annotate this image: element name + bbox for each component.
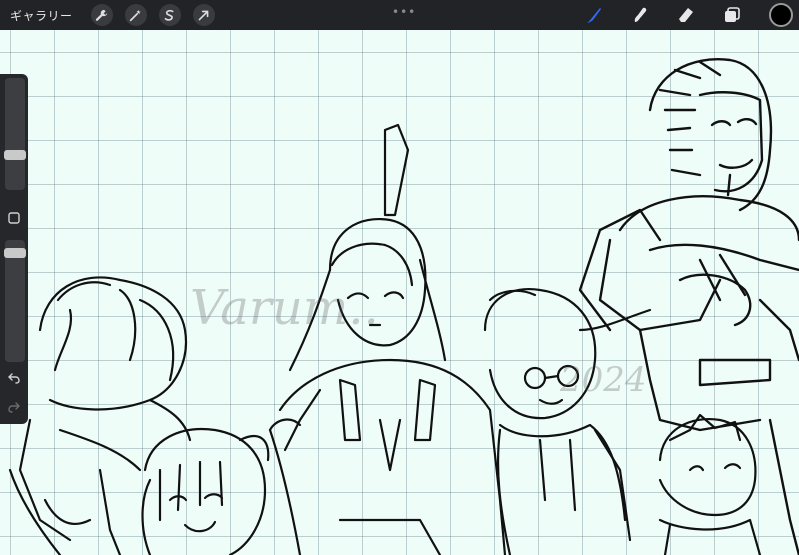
redo-icon: [8, 402, 20, 413]
brush-size-slider[interactable]: [4, 78, 26, 190]
transform-button[interactable]: [192, 4, 215, 26]
opacity-thumb[interactable]: [4, 248, 26, 258]
drawing-canvas[interactable]: Varum.. 2024: [0, 0, 799, 555]
brush-icon: [587, 8, 601, 23]
top-toolbar: ギャラリー •••: [0, 0, 799, 30]
left-sidebar: [0, 74, 28, 424]
brush-size-thumb[interactable]: [4, 150, 26, 160]
wrench-icon: [95, 9, 108, 21]
actions-button[interactable]: [90, 4, 113, 26]
undo-button[interactable]: [7, 371, 21, 385]
eraser-icon: [679, 8, 693, 22]
color-picker-button[interactable]: [769, 3, 793, 27]
eraser-tool[interactable]: [675, 4, 697, 26]
selection-button[interactable]: [158, 4, 181, 26]
opacity-slider[interactable]: [4, 240, 26, 362]
gallery-button[interactable]: ギャラリー: [10, 7, 73, 24]
smudge-icon: [634, 7, 647, 22]
watermark-line1: Varum..: [190, 280, 379, 336]
modify-button[interactable]: [7, 211, 21, 225]
brush-tool[interactable]: [583, 4, 605, 26]
watermark-line2: 2024: [560, 360, 647, 400]
square-icon: [8, 212, 20, 224]
smudge-tool[interactable]: [629, 4, 651, 26]
redo-button[interactable]: [7, 400, 21, 414]
adjustments-button[interactable]: [124, 4, 147, 26]
tool-group: [559, 0, 799, 30]
selection-s-icon: [164, 9, 174, 21]
magic-wand-icon: [129, 9, 141, 21]
layers-icon: [725, 7, 740, 22]
layers-button[interactable]: [721, 4, 743, 26]
sketch-artwork: [8, 58, 799, 555]
undo-icon: [8, 373, 20, 384]
more-menu[interactable]: •••: [392, 5, 416, 19]
arrow-cursor-icon: [198, 10, 209, 20]
